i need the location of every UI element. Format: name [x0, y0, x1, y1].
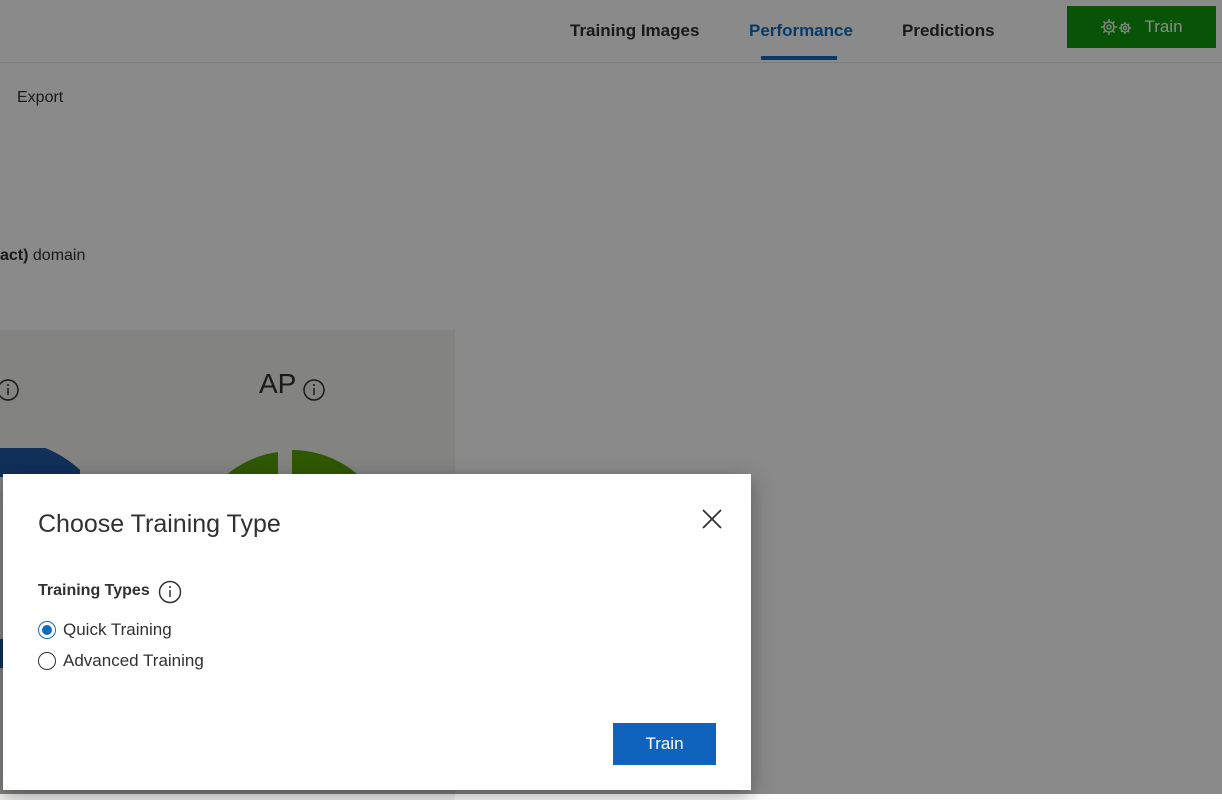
dialog-title: Choose Training Type — [38, 510, 281, 538]
quick-training-label: Quick Training — [63, 620, 172, 639]
train-button[interactable]: Train — [613, 723, 716, 765]
close-icon[interactable] — [700, 507, 724, 531]
training-types-info-icon[interactable] — [158, 580, 182, 604]
advanced-training-label: Advanced Training — [63, 651, 204, 670]
page: Training Images Performance Predictions … — [0, 0, 1222, 800]
advanced-training-radio[interactable]: Advanced Training — [38, 650, 204, 672]
choose-training-type-dialog: Choose Training Type Training Types Quic… — [3, 474, 751, 790]
quick-training-radio[interactable]: Quick Training — [38, 619, 172, 641]
radio-selected-icon[interactable] — [38, 621, 56, 639]
training-types-label: Training Types — [38, 582, 150, 599]
radio-unselected-icon[interactable] — [38, 652, 56, 670]
